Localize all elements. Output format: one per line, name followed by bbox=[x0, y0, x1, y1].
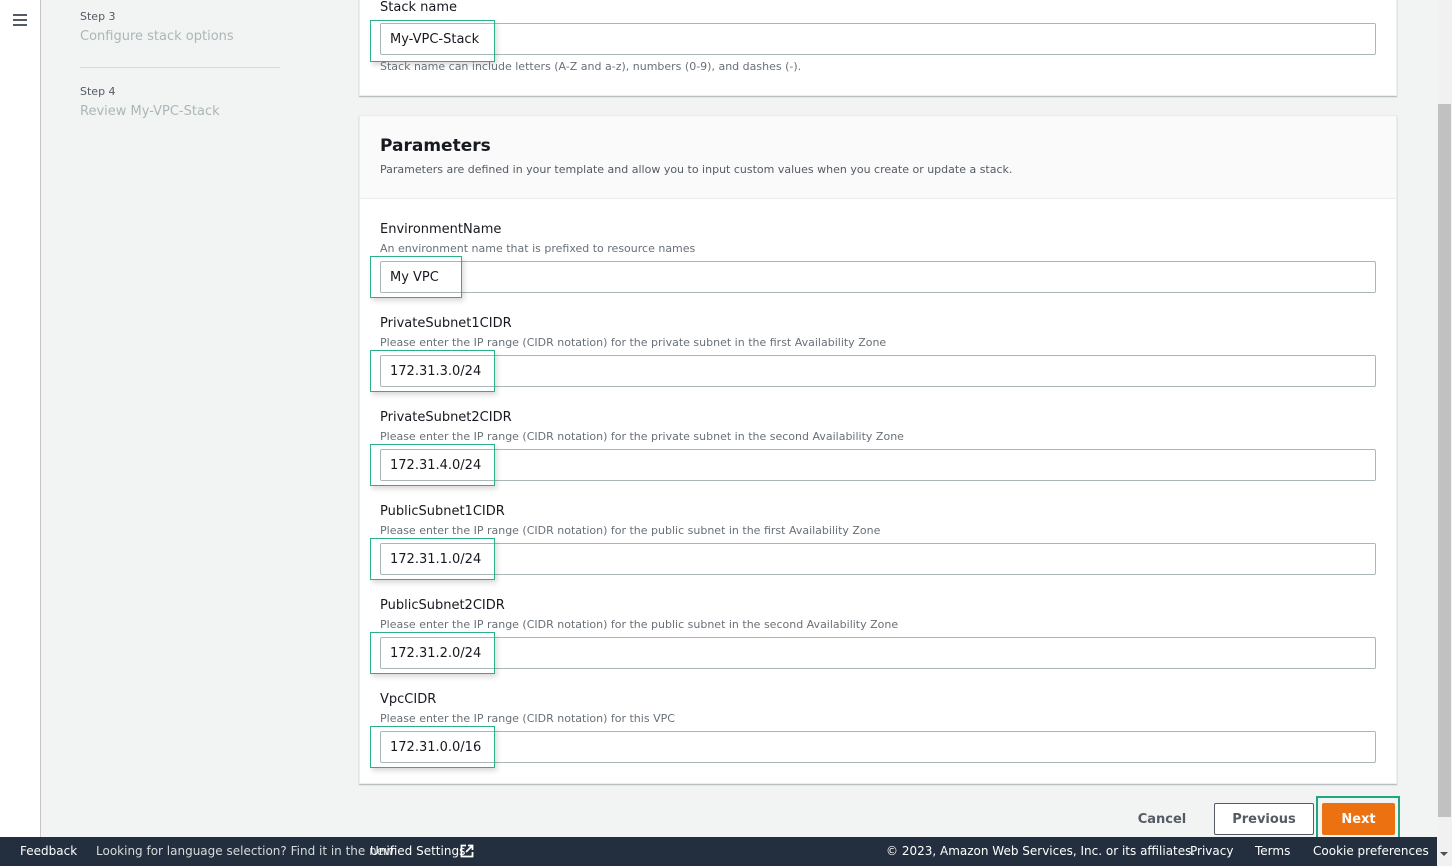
stack-name-input[interactable] bbox=[380, 23, 1376, 55]
privacy-link[interactable]: Privacy bbox=[1190, 844, 1233, 858]
vertical-scrollbar[interactable] bbox=[1437, 0, 1452, 866]
param-input[interactable] bbox=[380, 731, 1376, 763]
param-label: PrivateSubnet1CIDR bbox=[380, 316, 512, 331]
external-link-icon bbox=[460, 844, 474, 858]
step-3: Step 3 Configure stack options bbox=[80, 10, 280, 44]
param-input[interactable] bbox=[380, 637, 1376, 669]
stack-name-label: Stack name bbox=[380, 0, 457, 15]
feedback-link[interactable]: Feedback bbox=[20, 844, 77, 858]
param-input[interactable] bbox=[380, 261, 1376, 293]
nav-rail bbox=[0, 0, 41, 837]
param-description: Please enter the IP range (CIDR notation… bbox=[380, 712, 675, 725]
param-label: PublicSubnet2CIDR bbox=[380, 598, 505, 613]
unified-settings-link[interactable]: Unified Settings bbox=[370, 844, 465, 858]
param-description: An environment name that is prefixed to … bbox=[380, 242, 696, 255]
menu-icon[interactable] bbox=[13, 14, 27, 26]
param-label: VpcCIDR bbox=[380, 692, 437, 707]
param-description: Please enter the IP range (CIDR notation… bbox=[380, 618, 899, 631]
param-label: PrivateSubnet2CIDR bbox=[380, 410, 512, 425]
parameters-container: Parameters Parameters are defined in you… bbox=[359, 115, 1397, 784]
cancel-button[interactable]: Cancel bbox=[1128, 804, 1196, 834]
param-input[interactable] bbox=[380, 449, 1376, 481]
scroll-down-arrow-icon[interactable] bbox=[1440, 852, 1448, 856]
param-input[interactable] bbox=[380, 543, 1376, 575]
parameters-header: Parameters Parameters are defined in you… bbox=[360, 116, 1396, 199]
step-4: Step 4 Review My-VPC-Stack bbox=[80, 85, 280, 119]
param-description: Please enter the IP range (CIDR notation… bbox=[380, 430, 904, 443]
footer: Feedback Looking for language selection?… bbox=[0, 837, 1437, 866]
step-label: Step 4 bbox=[80, 85, 116, 98]
step-label: Step 3 bbox=[80, 10, 116, 23]
param-description: Please enter the IP range (CIDR notation… bbox=[380, 524, 881, 537]
previous-button[interactable]: Previous bbox=[1214, 803, 1314, 835]
terms-link[interactable]: Terms bbox=[1255, 844, 1290, 858]
next-button[interactable]: Next bbox=[1322, 803, 1395, 835]
step-title: Review My-VPC-Stack bbox=[80, 104, 220, 119]
parameters-title: Parameters bbox=[380, 136, 491, 156]
step-divider bbox=[80, 67, 280, 68]
stack-name-container: Stack name Stack name can include letter… bbox=[359, 0, 1397, 96]
step-title: Configure stack options bbox=[80, 29, 234, 44]
stack-name-hint: Stack name can include letters (A-Z and … bbox=[380, 60, 802, 73]
scrollbar-thumb[interactable] bbox=[1438, 104, 1451, 817]
cookie-preferences-link[interactable]: Cookie preferences bbox=[1313, 844, 1429, 858]
param-input[interactable] bbox=[380, 355, 1376, 387]
copyright-text: © 2023, Amazon Web Services, Inc. or its… bbox=[886, 844, 1196, 858]
param-label: PublicSubnet1CIDR bbox=[380, 504, 505, 519]
param-label: EnvironmentName bbox=[380, 222, 502, 237]
language-prompt: Looking for language selection? Find it … bbox=[96, 844, 394, 858]
param-description: Please enter the IP range (CIDR notation… bbox=[380, 336, 887, 349]
parameters-description: Parameters are defined in your template … bbox=[380, 163, 1013, 176]
